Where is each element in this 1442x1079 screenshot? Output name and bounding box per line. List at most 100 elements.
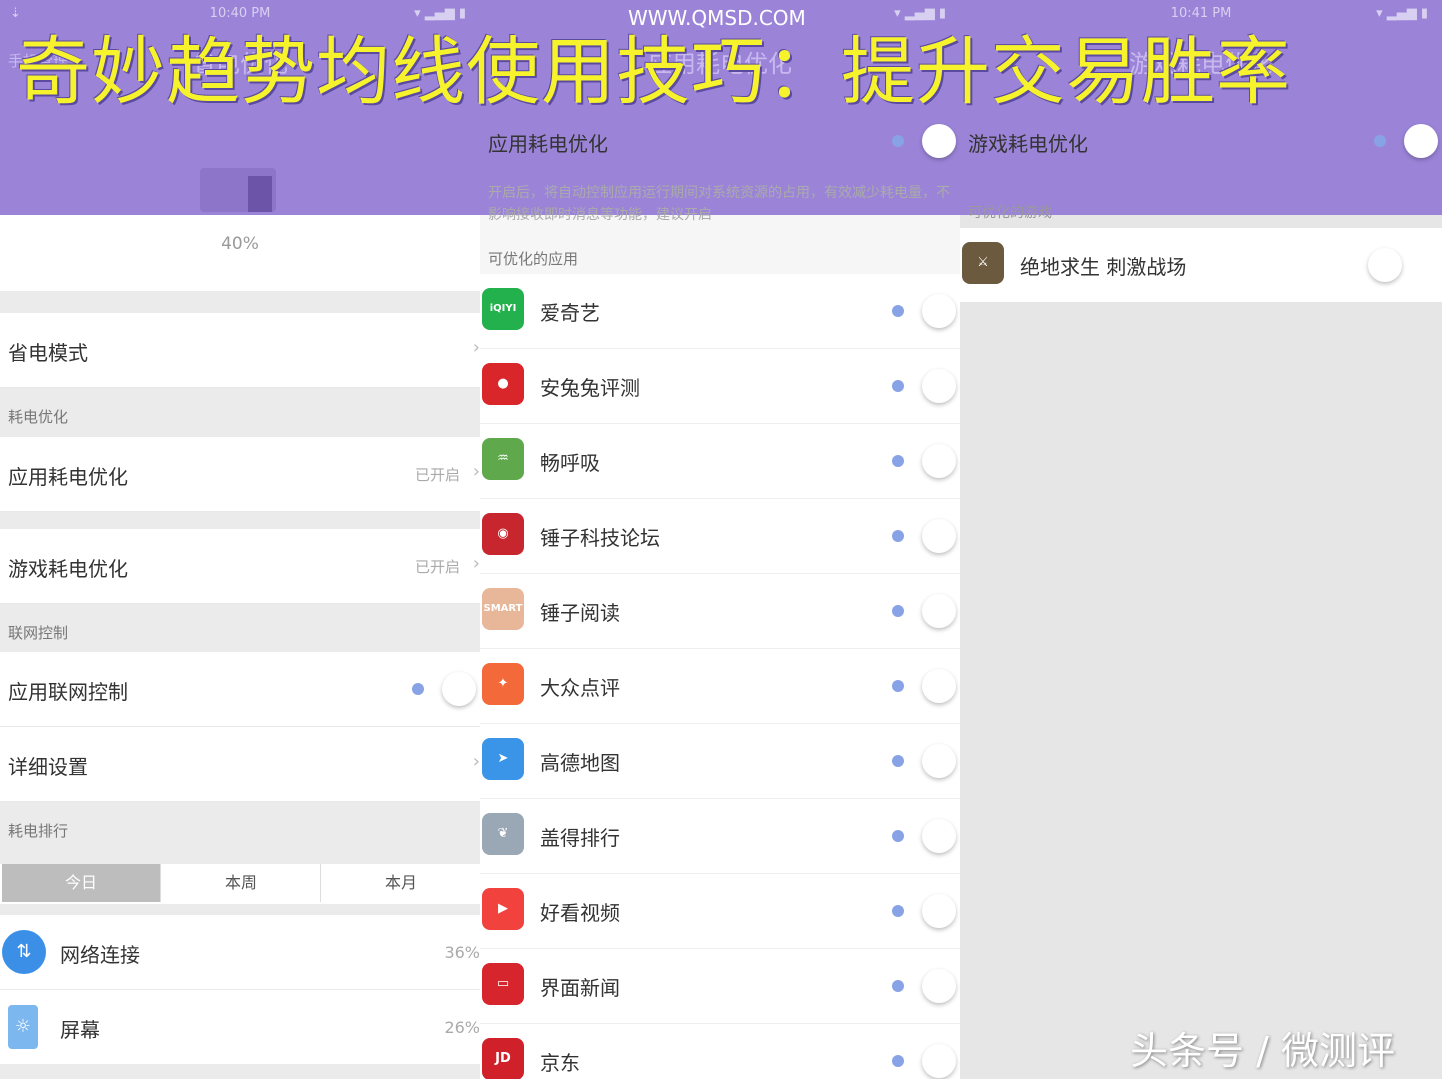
app-row: ✦ 大众点评 <box>480 649 960 724</box>
rank-item-network[interactable]: ⇅ 网络连接 36% <box>0 915 480 989</box>
app-row: ▶ 好看视频 <box>480 874 960 949</box>
app-drain-master-toggle[interactable] <box>884 122 956 160</box>
page-title: 应用耗电优化 <box>648 50 792 78</box>
app-icon: ▶ <box>482 888 524 930</box>
battery-icon <box>200 168 276 212</box>
app-name: 盖得排行 <box>540 826 620 850</box>
app-name: 锤子阅读 <box>540 601 620 625</box>
section-header-apps: 可优化的应用 <box>488 250 579 268</box>
app-icon: JD <box>482 1038 524 1079</box>
signal-icon: ▾ ▂▄▆ ▮ <box>414 6 466 21</box>
app-icon: ➤ <box>482 738 524 780</box>
status-bar: ⇣ 10:40 PM ▾ ▂▄▆ ▮ <box>0 0 480 30</box>
app-icon: ▭ <box>482 963 524 1005</box>
row-label: 省电模式 <box>8 341 88 365</box>
app-icon: ♒ <box>482 438 524 480</box>
chevron-right-icon: › <box>472 751 480 772</box>
setting-title: 应用耗电优化 <box>488 132 608 156</box>
app-toggle[interactable] <box>884 742 956 780</box>
app-name: 京东 <box>540 1051 580 1075</box>
chevron-right-icon: › <box>472 461 480 482</box>
app-icon: ✦ <box>482 663 524 705</box>
network-control-toggle[interactable] <box>404 670 476 708</box>
section-header-ranking: 耗电排行 <box>8 822 69 840</box>
setting-title: 游戏耗电优化 <box>968 132 1088 156</box>
section-header-drain: 耗电优化 <box>8 408 69 426</box>
app-toggle[interactable] <box>884 592 956 630</box>
rank-item-screen[interactable]: ☼ 屏幕 26% <box>0 990 480 1064</box>
row-label: 应用联网控制 <box>8 680 128 704</box>
app-toggle[interactable] <box>884 517 956 555</box>
app-toggle[interactable] <box>884 1042 956 1079</box>
row-label: 详细设置 <box>8 755 88 779</box>
chevron-right-icon: › <box>472 553 480 574</box>
game-drain-panel: 10:41 PM ▾ ▂▄▆ ▮ 游戏耗电优化 游戏耗电优化 可优化的游戏 ⚔ … <box>960 0 1442 1079</box>
app-icon: SMART <box>482 588 524 630</box>
row-label: 应用耗电优化 <box>8 465 128 489</box>
app-name: 界面新闻 <box>540 976 620 1000</box>
detail-settings-row[interactable]: 详细设置 › <box>0 727 480 802</box>
app-row: iQIYI 爱奇艺 <box>480 274 960 349</box>
app-row: JD 京东 <box>480 1024 960 1079</box>
app-toggle[interactable] <box>884 442 956 480</box>
tab-week[interactable]: 本周 <box>162 864 321 902</box>
page-title: 游戏耗电优化 <box>1129 50 1273 78</box>
chevron-right-icon: › <box>472 337 480 358</box>
game-toggle[interactable] <box>1366 246 1436 284</box>
status-text: 已开启 <box>414 558 460 576</box>
game-drain-row[interactable]: 游戏耗电优化 已开启 › <box>0 529 480 604</box>
rank-percentage: 36% <box>444 943 480 962</box>
network-icon: ⇅ <box>2 930 46 974</box>
app-toggle[interactable] <box>884 667 956 705</box>
status-bar: ▾ ▂▄▆ ▮ <box>480 0 960 30</box>
rank-label: 屏幕 <box>60 1018 100 1042</box>
app-row: ❦ 盖得排行 <box>480 799 960 874</box>
game-drain-master-toggle[interactable] <box>1366 122 1438 160</box>
app-drain-panel: ▾ ▂▄▆ ▮ 应用耗电优化 应用耗电优化 开启后，将自动控制应用运行期间对系统… <box>480 0 960 1079</box>
signal-icon: ▾ ▂▄▆ ▮ <box>894 6 946 21</box>
battery-settings-panel: ⇣ 10:40 PM ▾ ▂▄▆ ▮ 手机管理 省电优化 40% 省电模式 › … <box>0 0 480 1079</box>
app-toggle[interactable] <box>884 292 956 330</box>
app-name: 爱奇艺 <box>540 301 600 325</box>
app-row: ◉ 锤子科技论坛 <box>480 499 960 574</box>
download-icon: ⇣ <box>10 6 21 21</box>
row-label: 游戏耗电优化 <box>8 557 128 581</box>
ranking-tabs: 今日 本周 本月 <box>0 864 480 904</box>
signal-icon: ▾ ▂▄▆ ▮ <box>1376 6 1428 21</box>
app-name: 安兔兔评测 <box>540 376 640 400</box>
status-text: 已开启 <box>414 466 460 484</box>
battery-percentage: 40% <box>221 234 259 254</box>
battery-fill <box>248 176 272 212</box>
tab-today[interactable]: 今日 <box>2 864 161 902</box>
app-icon: ❦ <box>482 813 524 855</box>
section-header-network: 联网控制 <box>8 624 69 642</box>
app-row: SMART 锤子阅读 <box>480 574 960 649</box>
app-drain-row[interactable]: 应用耗电优化 已开启 › <box>0 437 480 512</box>
game-row: ⚔ 绝地求生 刺激战场 <box>960 228 1442 302</box>
app-icon: ● <box>482 363 524 405</box>
app-row: ● 安兔兔评测 <box>480 349 960 424</box>
app-toggle[interactable] <box>884 367 956 405</box>
app-name: 好看视频 <box>540 901 620 925</box>
tab-month[interactable]: 本月 <box>322 864 480 902</box>
rank-percentage: 26% <box>444 1018 480 1037</box>
app-row: ♒ 畅呼吸 <box>480 424 960 499</box>
status-time: 10:41 PM <box>1170 6 1232 21</box>
status-bar: 10:41 PM ▾ ▂▄▆ ▮ <box>960 0 1442 30</box>
section-header-games: 可优化的游戏 <box>968 205 1052 221</box>
status-time: 10:40 PM <box>209 6 271 21</box>
app-toggle[interactable] <box>884 967 956 1005</box>
power-saving-mode-row[interactable]: 省电模式 › <box>0 313 480 388</box>
app-name: 大众点评 <box>540 676 620 700</box>
app-row: ▭ 界面新闻 <box>480 949 960 1024</box>
rank-label: 网络连接 <box>60 943 140 967</box>
game-icon: ⚔ <box>962 242 1004 284</box>
app-toggle[interactable] <box>884 892 956 930</box>
app-icon: iQIYI <box>482 288 524 330</box>
network-control-row: 应用联网控制 <box>0 652 480 727</box>
author-watermark: 头条号 / 微测评 <box>1130 1029 1395 1073</box>
app-toggle[interactable] <box>884 817 956 855</box>
app-name: 高德地图 <box>540 751 620 775</box>
setting-description: 开启后，将自动控制应用运行期间对系统资源的占用，有效减少耗电量，不影响接收即时消… <box>488 185 950 223</box>
screen-icon: ☼ <box>8 1005 38 1049</box>
